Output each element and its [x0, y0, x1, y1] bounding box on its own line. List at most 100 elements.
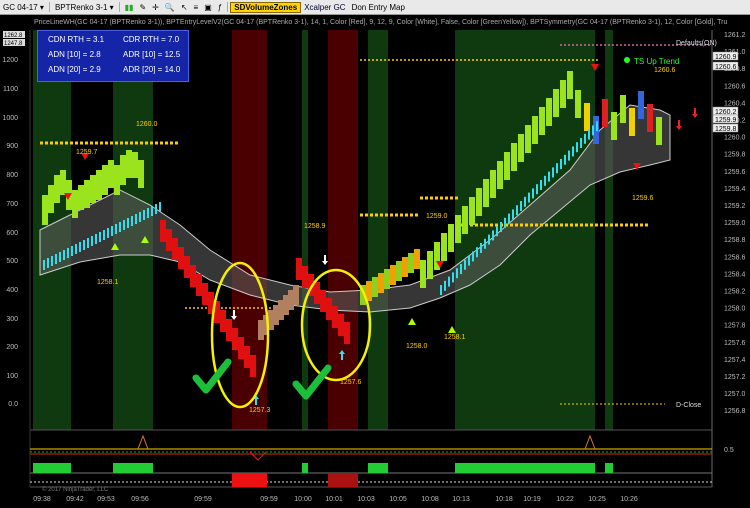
right-axis-label: 1257.4: [724, 357, 746, 364]
renko-bar: [602, 99, 608, 127]
trend-tick: [75, 244, 77, 254]
time-axis-label: 09:53: [97, 496, 115, 503]
renko-bar: [344, 322, 350, 344]
right-axis-label: 1257.0: [724, 391, 746, 398]
trend-tick: [464, 259, 466, 270]
right-axis-label: 1258.8: [724, 237, 746, 244]
xcalper-button[interactable]: Xcalper GC: [301, 3, 348, 12]
volume-zone-bar: [33, 463, 71, 473]
right-axis-label: 1257.8: [724, 323, 746, 330]
indicator-icon[interactable]: ƒ: [215, 3, 225, 12]
price-chart[interactable]: 1262.8 1247.8 1200 1100 1000 900 800 700 600 500 4…: [0, 15, 750, 508]
renko-bar: [296, 258, 302, 280]
crosshair-icon[interactable]: ✛: [149, 3, 162, 12]
trend-tick: [67, 248, 69, 258]
time-axis-label: 10:01: [325, 496, 343, 503]
renko-bar: [647, 104, 653, 132]
renko-bar: [293, 285, 299, 305]
price-tag-label: 1260.6: [715, 64, 737, 71]
chart-type-selector[interactable]: BPTRenko 3-1 ▾: [52, 3, 117, 12]
renko-bar: [190, 265, 196, 287]
renko-bar: [441, 233, 447, 261]
time-axis-label: 10:03: [357, 496, 375, 503]
left-axis-label: 700: [6, 201, 18, 208]
bars-icon[interactable]: ▮▮: [122, 3, 137, 12]
renko-bar: [575, 90, 581, 118]
trend-tick: [47, 258, 49, 268]
left-axis-label: 0.0: [8, 401, 18, 408]
trend-tick: [560, 159, 562, 169]
time-axis-label: 09:42: [66, 496, 84, 503]
time-axis-label: 10:13: [452, 496, 470, 503]
renko-bar: [314, 282, 320, 304]
price-label: 1258.1: [97, 279, 119, 286]
renko-bar: [620, 95, 626, 123]
entry-map-button[interactable]: Don Entry Map: [349, 3, 408, 12]
trend-tick: [143, 210, 145, 220]
arrow-icon[interactable]: ↖: [178, 3, 191, 12]
price-label: 1259.0: [426, 213, 448, 220]
price-label: 1260.6: [654, 67, 676, 74]
chart-type-label: BPTRenko 3-1: [54, 2, 108, 12]
renko-bar: [232, 328, 238, 350]
right-axis-label: 1257.2: [724, 374, 746, 381]
trend-tick: [568, 150, 570, 161]
time-axis-label: 09:59: [260, 496, 278, 503]
trend-tick: [532, 188, 534, 199]
price-label: 1258.9: [304, 223, 326, 230]
trend-tick: [596, 121, 598, 132]
trend-tick: [95, 234, 97, 244]
pencil-icon[interactable]: ✎: [136, 3, 149, 12]
renko-bar: [90, 175, 96, 203]
trend-tick: [155, 204, 157, 214]
renko-bar: [172, 238, 178, 260]
snapshot-icon[interactable]: ▣: [201, 3, 215, 12]
renko-bar: [611, 112, 617, 140]
trend-tick: [111, 226, 113, 236]
trend-label: TS Up Trend: [634, 57, 679, 66]
left-axis-label: 900: [6, 143, 18, 150]
trend-tick: [99, 232, 101, 242]
renko-bar: [160, 220, 166, 242]
trend-tick: [528, 192, 530, 203]
time-axis-label: 10:19: [523, 496, 541, 503]
sd-volume-zones-button[interactable]: SDVolumeZones: [230, 1, 302, 13]
time-axis-label: 10:25: [588, 496, 606, 503]
trend-tick: [580, 138, 582, 148]
trend-tick: [131, 216, 133, 226]
right-axis-label: 1256.8: [724, 408, 746, 415]
right-axis-label: 1260.0: [724, 135, 746, 142]
trend-tick: [103, 230, 105, 240]
toolbar-divider: [48, 2, 50, 12]
renko-bar: [390, 265, 396, 285]
renko-bar: [497, 161, 503, 189]
price-label: 1259.6: [632, 195, 654, 202]
trend-tick: [472, 251, 474, 262]
renko-bar: [238, 337, 244, 359]
trend-tick: [592, 125, 594, 136]
trend-tick: [484, 238, 486, 249]
price-tag-label: 1259.9: [715, 117, 737, 124]
renko-bar: [402, 257, 408, 277]
zoom-icon[interactable]: 🔍: [162, 3, 178, 12]
renko-bar: [455, 215, 461, 243]
renko-bar: [567, 71, 573, 99]
trend-tick: [107, 228, 109, 238]
price-label: 1260.0: [136, 121, 158, 128]
trend-tick: [500, 222, 502, 232]
trend-tick: [552, 167, 554, 178]
properties-icon[interactable]: ≡: [191, 3, 202, 12]
trend-tick: [115, 224, 117, 234]
renko-bar: [448, 224, 454, 252]
right-axis-label: 1260.6: [724, 83, 746, 90]
stats-panel: CDN RTH = 3.1 CDR RTH = 7.0 ADN [10] = 2…: [37, 30, 189, 82]
renko-bar: [420, 260, 426, 288]
trend-tick: [460, 264, 462, 274]
instrument-selector[interactable]: GC 04-17 ▾: [0, 3, 47, 12]
trend-tick: [159, 202, 161, 212]
trend-tick: [480, 243, 482, 253]
renko-bar: [42, 195, 48, 225]
price-label: 1257.6: [340, 379, 362, 386]
left-axis-label: 1247.8: [4, 41, 23, 47]
renko-bar: [220, 310, 226, 332]
